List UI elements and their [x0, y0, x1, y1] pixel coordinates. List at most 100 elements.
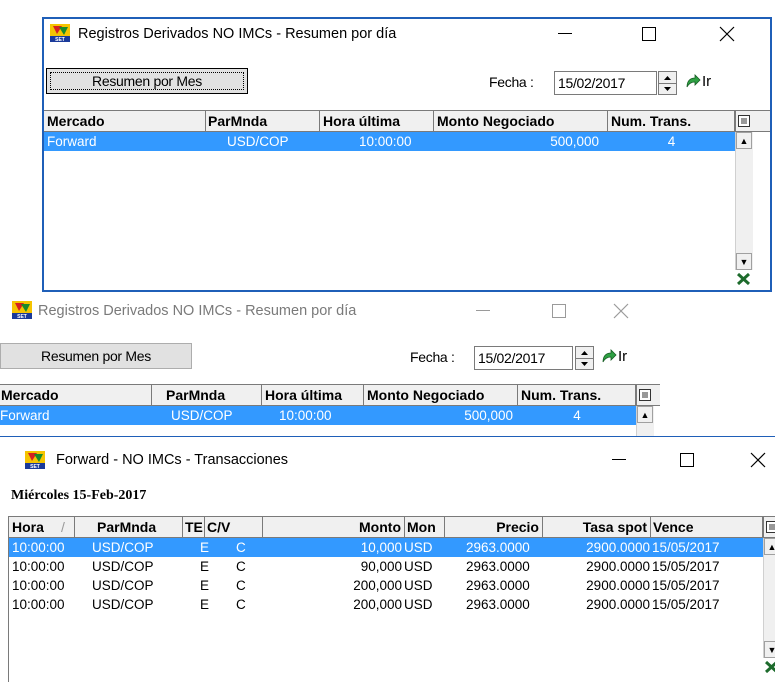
col-parmnda[interactable]: ParMnda — [152, 385, 262, 405]
cell-parmnda: USD/COP — [89, 538, 189, 557]
resumen-por-mes-label: Resumen por Mes — [41, 348, 151, 364]
col-hora[interactable]: Hora / — [9, 517, 75, 537]
excel-export-icon[interactable] — [736, 272, 750, 285]
col-tasa-spot[interactable]: Tasa spot — [543, 517, 651, 537]
set-logo-icon: SET — [12, 301, 32, 319]
close-icon — [750, 452, 766, 468]
col-monto-negociado[interactable]: Monto Negociado — [364, 385, 518, 405]
close-button[interactable] — [704, 19, 750, 49]
table-row[interactable]: 10:00:00USD/COPEC90,000USD2963.00002900.… — [9, 557, 763, 576]
table-row[interactable]: 10:00:00USD/COPEC200,000USD2963.00002900… — [9, 595, 763, 614]
svg-text:SET: SET — [55, 37, 65, 42]
fecha-input[interactable]: 15/02/2017 — [474, 346, 573, 370]
resumen-por-mes-button[interactable]: Resumen por Mes — [0, 343, 192, 369]
cell-monto: 10,000 — [263, 538, 405, 557]
cell-cv: C — [233, 557, 253, 576]
title-bar[interactable]: SET Registros Derivados NO IMCs - Resume… — [44, 19, 770, 49]
col-parmnda[interactable]: ParMnda — [206, 111, 320, 131]
scroll-up-icon[interactable]: ▲ — [764, 538, 775, 555]
scroll-down-icon[interactable]: ▼ — [764, 641, 775, 658]
col-hora-ultima[interactable]: Hora última — [320, 111, 434, 131]
col-monto-negociado[interactable]: Monto Negociado — [434, 111, 608, 131]
resumen-por-mes-button[interactable]: Resumen por Mes — [46, 68, 248, 94]
spin-down-icon[interactable] — [659, 83, 676, 94]
green-go-arrow-icon — [684, 72, 702, 90]
table-row[interactable]: Forward USD/COP 10:00:00 500,000 4 — [0, 406, 636, 425]
cell-te: E — [197, 576, 217, 595]
cell-tasa-spot: 2900.0000 — [549, 576, 653, 595]
fecha-spinner[interactable] — [658, 71, 677, 95]
scroll-down-icon[interactable]: ▼ — [736, 253, 752, 270]
cell-precio: 2963.0000 — [463, 538, 547, 557]
col-num-trans[interactable]: Num. Trans. — [518, 385, 636, 405]
cell-monto: 90,000 — [263, 557, 405, 576]
vertical-scrollbar[interactable]: ▲ ▼ — [735, 132, 753, 270]
table-row[interactable]: Forward USD/COP 10:00:00 500,000 4 — [44, 132, 735, 151]
excel-export-icon[interactable] — [764, 660, 775, 673]
col-parmnda[interactable]: ParMnda — [75, 517, 183, 537]
col-hora-ultima[interactable]: Hora última — [262, 385, 364, 405]
cell-tasa-spot: 2900.0000 — [549, 538, 653, 557]
cell-vence: 15/05/2017 — [649, 576, 761, 595]
cell-mercado: Forward — [0, 406, 150, 425]
vertical-scrollbar[interactable]: ▲ — [636, 406, 654, 436]
column-chooser-icon[interactable] — [763, 517, 775, 537]
minimize-button[interactable] — [542, 19, 588, 49]
cell-parmnda: USD/COP — [89, 557, 189, 576]
col-monto[interactable]: Monto — [263, 517, 405, 537]
ir-label: Ir — [702, 73, 711, 90]
maximize-button[interactable] — [664, 445, 710, 475]
spin-down-icon[interactable] — [576, 358, 593, 369]
col-precio[interactable]: Precio — [445, 517, 543, 537]
col-num-trans[interactable]: Num. Trans. — [608, 111, 735, 131]
close-button[interactable] — [735, 445, 775, 475]
close-icon — [613, 303, 629, 319]
cell-vence: 15/05/2017 — [649, 595, 761, 614]
col-te[interactable]: TE — [183, 517, 205, 537]
title-bar[interactable]: SET Forward - NO IMCs - Transacciones — [0, 437, 775, 481]
cell-te: E — [197, 595, 217, 614]
cell-mon: USD — [401, 557, 445, 576]
scroll-up-icon[interactable]: ▲ — [736, 132, 752, 149]
table-row[interactable]: 10:00:00USD/COPEC200,000USD2963.00002900… — [9, 576, 763, 595]
maximize-button[interactable] — [626, 19, 672, 49]
vertical-scrollbar[interactable]: ▲ ▼ — [763, 538, 775, 658]
col-mercado[interactable]: Mercado — [44, 111, 206, 131]
minimize-icon — [476, 310, 490, 312]
cell-mon: USD — [401, 538, 445, 557]
cell-hora: 10:00:00 — [356, 132, 436, 151]
ir-button[interactable]: Ir — [600, 347, 627, 365]
cell-precio: 2963.0000 — [463, 557, 547, 576]
window-title: Forward - NO IMCs - Transacciones — [56, 452, 288, 468]
close-icon — [719, 26, 735, 42]
maximize-button[interactable] — [536, 296, 582, 326]
cell-tasa-spot: 2900.0000 — [549, 595, 653, 614]
col-vence[interactable]: Vence — [651, 517, 763, 537]
column-chooser-icon[interactable] — [636, 385, 653, 405]
cell-vence: 15/05/2017 — [649, 538, 761, 557]
cell-cv: C — [233, 538, 253, 557]
title-bar[interactable]: SET Registros Derivados NO IMCs - Resume… — [0, 296, 660, 326]
cell-te: E — [197, 538, 217, 557]
fecha-spinner[interactable] — [575, 346, 594, 370]
minimize-button[interactable] — [596, 445, 642, 475]
close-button[interactable] — [598, 296, 644, 326]
table-row[interactable]: 10:00:00USD/COPEC10,000USD2963.00002900.… — [9, 538, 763, 557]
minimize-icon — [612, 459, 626, 461]
focus-rect — [50, 72, 244, 90]
col-mon[interactable]: Mon — [405, 517, 445, 537]
minimize-button[interactable] — [460, 296, 506, 326]
green-go-arrow-icon — [600, 347, 618, 365]
col-mercado[interactable]: Mercado — [0, 385, 152, 405]
col-cv[interactable]: C/V — [205, 517, 263, 537]
column-chooser-icon[interactable] — [735, 111, 752, 131]
ir-button[interactable]: Ir — [684, 72, 711, 90]
scroll-up-icon[interactable]: ▲ — [637, 406, 653, 423]
svg-text:SET: SET — [17, 314, 27, 319]
fecha-label: Fecha : — [410, 349, 455, 365]
cell-hora: 10:00:00 — [9, 576, 75, 595]
cell-monto: 500,000 — [364, 406, 516, 425]
cell-parmnda: USD/COP — [89, 595, 189, 614]
fecha-input[interactable]: 15/02/2017 — [554, 71, 657, 95]
cell-cv: C — [233, 595, 253, 614]
